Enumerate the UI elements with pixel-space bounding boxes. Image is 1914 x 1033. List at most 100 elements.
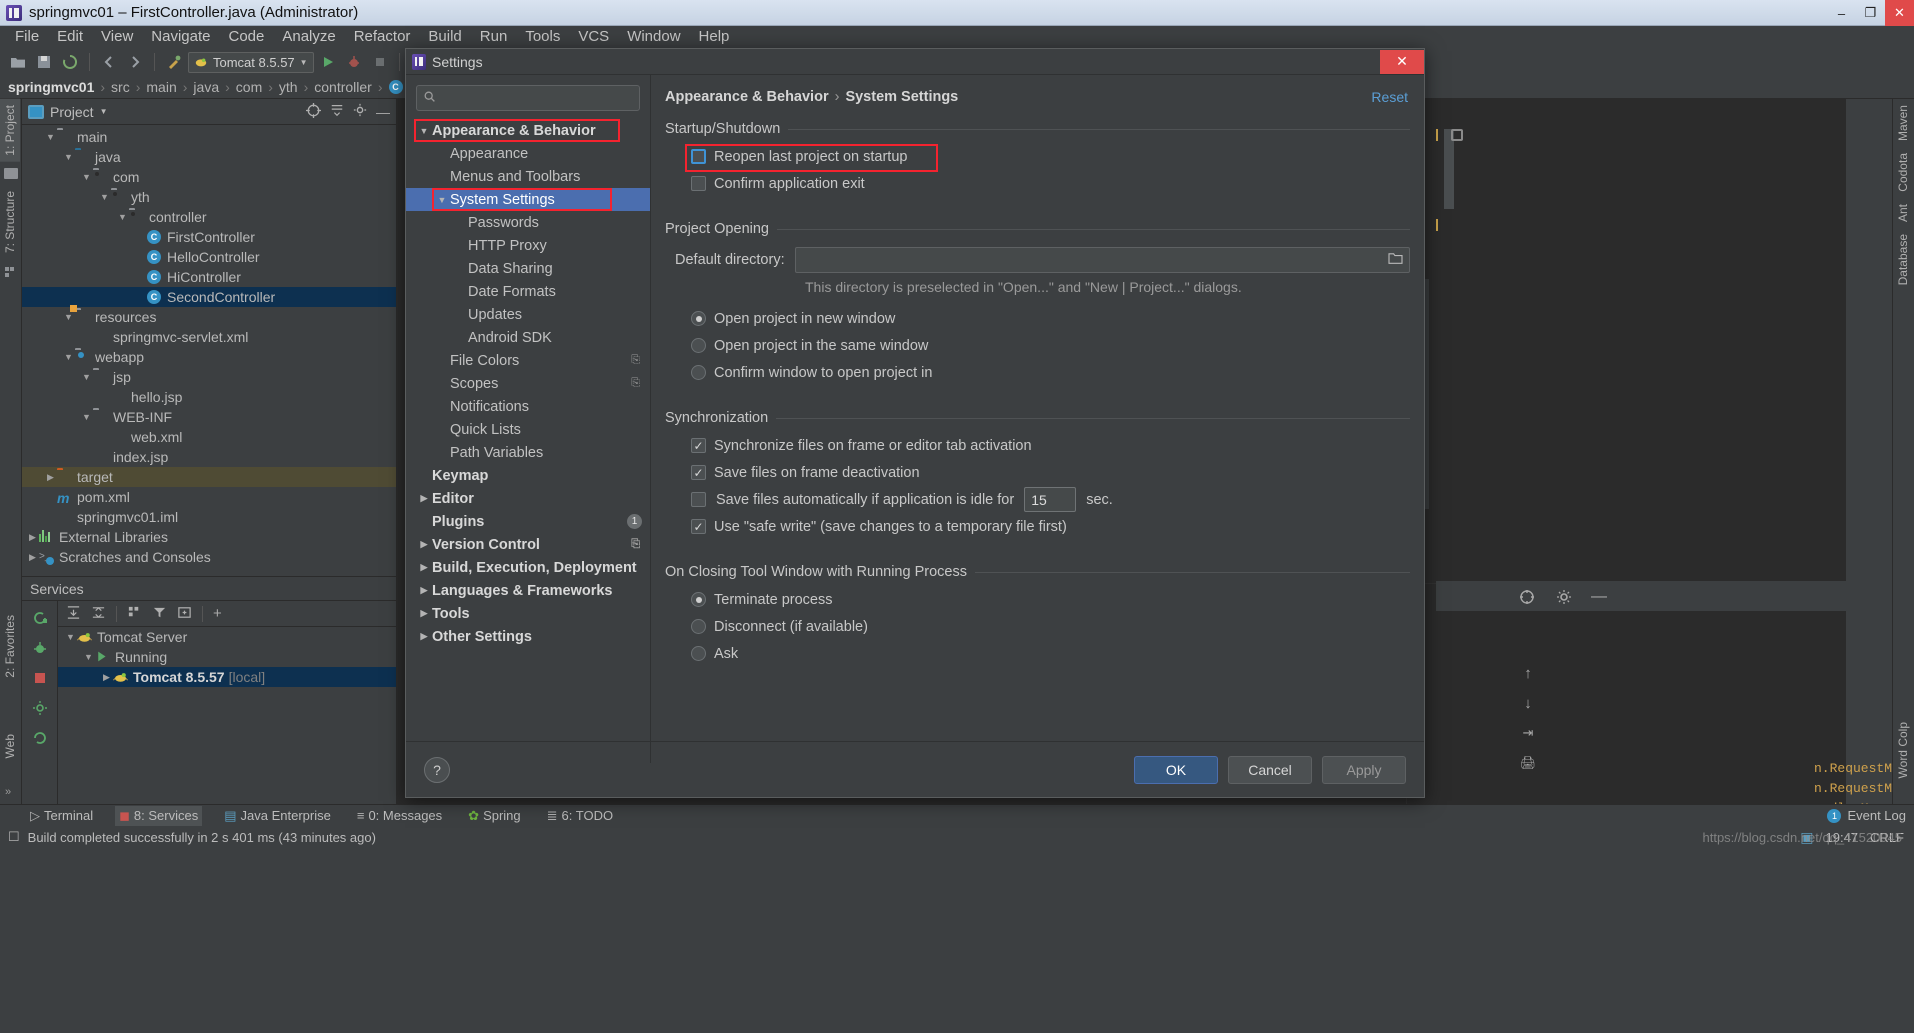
- project-tree-row[interactable]: ▼ com: [22, 167, 396, 187]
- chevron-right-icon[interactable]: ▶: [416, 631, 432, 642]
- project-tree-row[interactable]: ▼ WEB-INF: [22, 407, 396, 427]
- collapse-all-icon[interactable]: [91, 605, 106, 623]
- chevron-down-icon[interactable]: ▼: [62, 152, 75, 162]
- stop-icon[interactable]: [31, 669, 49, 687]
- chevron-right-icon[interactable]: ▶: [416, 585, 432, 596]
- help-button[interactable]: ?: [424, 756, 450, 783]
- bottom-tab-messages[interactable]: ≡ 0: Messages: [353, 806, 446, 826]
- tool-tab-web[interactable]: Web: [0, 728, 20, 764]
- breadcrumb-item-controller[interactable]: controller: [314, 79, 372, 95]
- project-tree-row[interactable]: C FirstController: [22, 227, 396, 247]
- chevron-down-icon[interactable]: ▼: [62, 312, 75, 322]
- menu-analyze[interactable]: Analyze: [273, 26, 344, 48]
- open-in-new-window-radio[interactable]: [691, 311, 706, 326]
- settings-tree-item-keymap[interactable]: Keymap: [406, 464, 650, 487]
- project-tree-row[interactable]: C SecondController: [22, 287, 396, 307]
- settings-tree-item-menus-and-toolbars[interactable]: Menus and Toolbars: [406, 165, 650, 188]
- debug-icon[interactable]: [342, 50, 366, 74]
- forward-arrow-icon[interactable]: [123, 50, 147, 74]
- scroll-up-icon[interactable]: ↑: [1514, 659, 1542, 687]
- chevron-down-icon[interactable]: ▼: [64, 632, 77, 642]
- services-tree-row[interactable]: ▼ Running: [58, 647, 396, 667]
- settings-tree-item-other-settings[interactable]: ▶ Other Settings: [406, 625, 650, 648]
- add-icon[interactable]: +: [213, 605, 222, 622]
- settings-search-input[interactable]: [441, 90, 633, 106]
- ok-button[interactable]: OK: [1134, 755, 1218, 784]
- apply-button[interactable]: Apply: [1322, 755, 1406, 784]
- chevron-right-icon[interactable]: ▶: [26, 552, 39, 563]
- menu-build[interactable]: Build: [419, 26, 470, 48]
- project-tree[interactable]: ▼ main ▼ java ▼ com ▼ yth ▼ controller C FirstContr…: [22, 125, 396, 567]
- radio-ask[interactable]: Ask: [691, 640, 1410, 667]
- settings-icon[interactable]: [31, 699, 49, 717]
- settings-tree-item-plugins[interactable]: Plugins 1: [406, 510, 650, 533]
- radio-open-in-same-window[interactable]: Open project in the same window: [691, 332, 1410, 359]
- breadcrumb-item-src[interactable]: src: [111, 79, 130, 95]
- chevron-down-icon[interactable]: ▼: [80, 372, 93, 382]
- menu-refactor[interactable]: Refactor: [345, 26, 420, 48]
- chevron-right-icon[interactable]: ▶: [416, 539, 432, 550]
- settings-tree-item-android-sdk[interactable]: Android SDK: [406, 326, 650, 349]
- tool-tab-ant[interactable]: Ant: [1893, 198, 1913, 228]
- reopen-last-project-checkbox[interactable]: [691, 149, 706, 164]
- settings-dialog[interactable]: Settings ✕ ▼ Appearance & Behavior Appeara…: [405, 48, 1425, 798]
- chevron-down-icon[interactable]: ▼: [416, 126, 432, 136]
- option-synchronize-files[interactable]: Synchronize files on frame or editor tab…: [691, 432, 1410, 459]
- project-tree-row[interactable]: ▼ yth: [22, 187, 396, 207]
- print-icon[interactable]: 🖨: [1514, 749, 1542, 777]
- radio-open-in-new-window[interactable]: Open project in new window: [691, 305, 1410, 332]
- safe-write-checkbox[interactable]: [691, 519, 706, 534]
- option-save-on-deactivation[interactable]: Save files on frame deactivation: [691, 459, 1410, 486]
- menu-window[interactable]: Window: [618, 26, 689, 48]
- project-tree-row[interactable]: JSP index.jsp: [22, 447, 396, 467]
- cancel-button[interactable]: Cancel: [1228, 755, 1312, 784]
- expand-all-icon[interactable]: [66, 605, 81, 623]
- more-tabs-icon[interactable]: »: [5, 786, 11, 798]
- breadcrumb-item-main[interactable]: main: [146, 79, 176, 95]
- menu-file[interactable]: File: [6, 26, 48, 48]
- project-tree-row[interactable]: ▶ >_ Scratches and Consoles: [22, 547, 396, 567]
- chevron-down-icon[interactable]: ▼: [100, 107, 108, 116]
- rerun-icon[interactable]: [31, 609, 49, 627]
- project-tree-row[interactable]: ▼ jsp: [22, 367, 396, 387]
- settings-tree-item-data-sharing[interactable]: Data Sharing: [406, 257, 650, 280]
- gear-icon[interactable]: [353, 103, 367, 120]
- settings-tree-item-build-execution-deployment[interactable]: ▶ Build, Execution, Deployment: [406, 556, 650, 579]
- project-tree-row[interactable]: < web.xml: [22, 427, 396, 447]
- option-reopen-last-project[interactable]: Reopen last project on startup: [691, 143, 1410, 170]
- menu-vcs[interactable]: VCS: [569, 26, 618, 48]
- run-configuration-selector[interactable]: Tomcat 8.5.57 ▼: [188, 51, 314, 73]
- bottom-tab-todo[interactable]: ≣ 6: TODO: [543, 806, 617, 826]
- target-icon[interactable]: [306, 102, 321, 121]
- chevron-down-icon[interactable]: ▼: [62, 352, 75, 362]
- project-tree-row[interactable]: ▼ controller: [22, 207, 396, 227]
- confirm-window-radio[interactable]: [691, 365, 706, 380]
- stop-icon[interactable]: [368, 50, 392, 74]
- chevron-right-icon[interactable]: ▶: [26, 532, 39, 543]
- settings-close-button[interactable]: ✕: [1380, 49, 1424, 74]
- project-tree-row[interactable]: springmvc01.iml: [22, 507, 396, 527]
- save-on-deactivation-checkbox[interactable]: [691, 465, 706, 480]
- soft-wrap-icon[interactable]: ⇥: [1514, 719, 1542, 747]
- project-tree-row[interactable]: < springmvc-servlet.xml: [22, 327, 396, 347]
- radio-terminate-process[interactable]: Terminate process: [691, 586, 1410, 613]
- settings-tree-item-date-formats[interactable]: Date Formats: [406, 280, 650, 303]
- menu-navigate[interactable]: Navigate: [142, 26, 219, 48]
- tool-tab-word[interactable]: Word Colp: [1893, 716, 1913, 784]
- menu-code[interactable]: Code: [219, 26, 273, 48]
- radio-disconnect[interactable]: Disconnect (if available): [691, 613, 1410, 640]
- breadcrumb-item-java[interactable]: java: [193, 79, 219, 95]
- wrench-icon[interactable]: [162, 50, 186, 74]
- chevron-down-icon[interactable]: ▼: [80, 172, 93, 182]
- settings-tree-item-system-settings[interactable]: ▼ System Settings: [406, 188, 650, 211]
- default-directory-field[interactable]: [794, 247, 1410, 273]
- settings-tree-item-version-control[interactable]: ▶ Version Control ⎘: [406, 533, 650, 556]
- close-window-button[interactable]: ✕: [1885, 0, 1914, 26]
- chevron-down-icon[interactable]: ▼: [80, 412, 93, 422]
- services-tree-row[interactable]: ▼ Tomcat Server: [58, 627, 396, 647]
- settings-tree[interactable]: ▼ Appearance & Behavior Appearance Menus an…: [406, 119, 650, 648]
- project-tree-row[interactable]: ▼ webapp: [22, 347, 396, 367]
- chevron-right-icon[interactable]: ▶: [44, 472, 57, 483]
- copy-icon[interactable]: ⎘: [631, 377, 640, 390]
- chevron-down-icon[interactable]: ▼: [434, 195, 450, 205]
